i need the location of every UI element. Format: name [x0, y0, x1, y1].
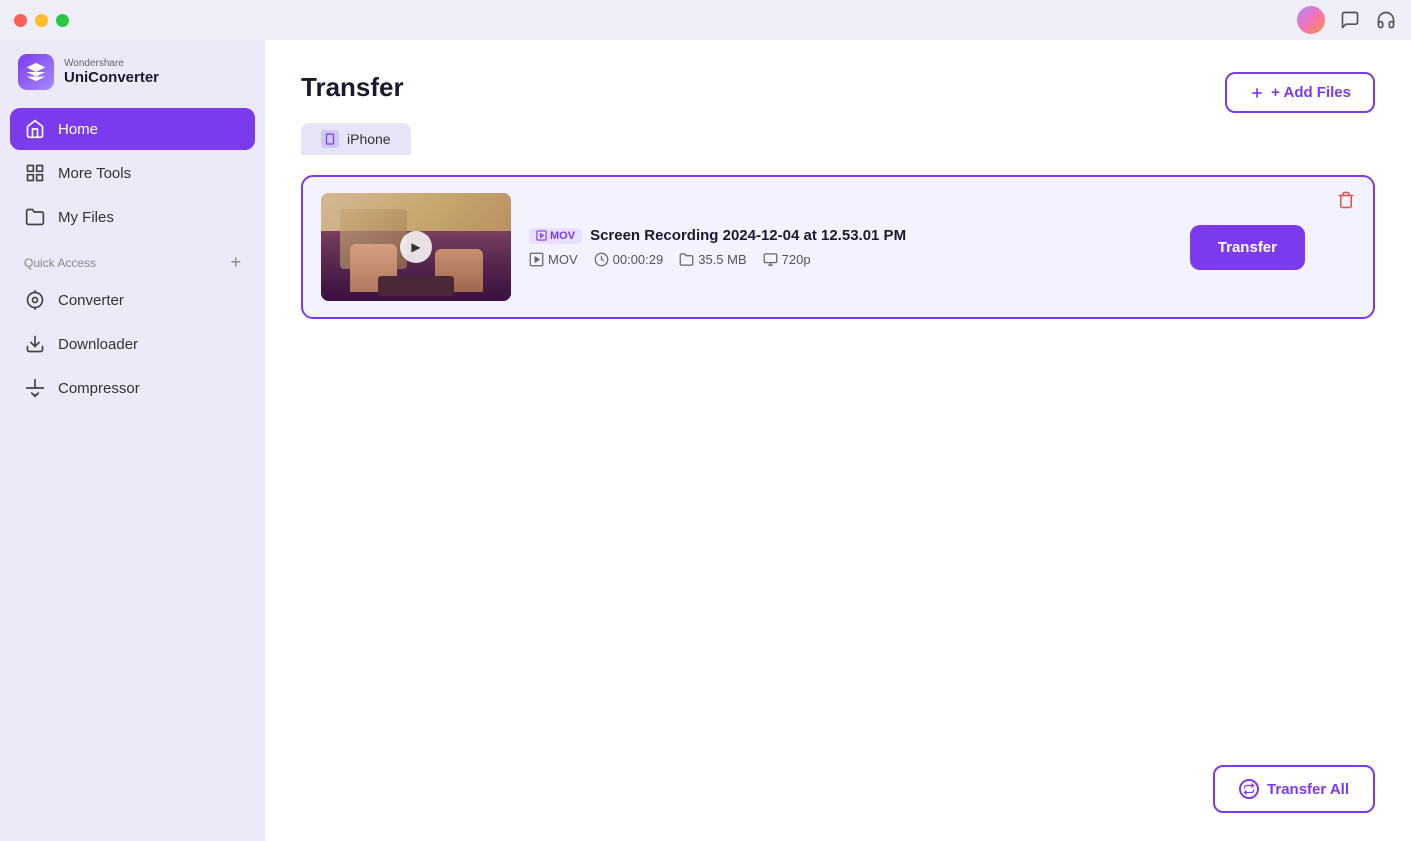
file-info: MOV Screen Recording 2024-12-04 at 12.53…: [529, 227, 1172, 267]
logo-name: UniConverter: [64, 69, 159, 86]
titlebar: [0, 0, 1411, 40]
user-avatar[interactable]: [1297, 6, 1325, 34]
file-resolution-meta: 720p: [763, 252, 811, 267]
my-files-icon: [24, 206, 46, 228]
sidebar-item-my-files[interactable]: My Files: [10, 196, 255, 238]
meta-format-value: MOV: [548, 252, 578, 267]
sidebar-item-more-tools[interactable]: More Tools: [10, 152, 255, 194]
transfer-button[interactable]: Transfer: [1190, 225, 1305, 270]
file-format-label: MOV: [550, 230, 575, 242]
logo-text: Wondershare UniConverter: [64, 58, 159, 86]
file-thumbnail: ▶: [321, 193, 511, 301]
file-meta: MOV 00:00:29 35.5 MB 720p: [529, 252, 1172, 267]
file-name-row: MOV Screen Recording 2024-12-04 at 12.53…: [529, 227, 1172, 244]
transfer-all-icon: [1239, 779, 1259, 799]
sidebar-item-converter-label: Converter: [58, 292, 124, 309]
meta-resolution-value: 720p: [782, 252, 811, 267]
iphone-tab-icon: [321, 130, 339, 148]
play-button[interactable]: ▶: [400, 231, 432, 263]
more-tools-icon: [24, 162, 46, 184]
quick-access-nav: Converter Downloader: [0, 279, 265, 409]
transfer-all-label: Transfer All: [1267, 781, 1349, 798]
chat-icon[interactable]: [1339, 9, 1361, 31]
close-button[interactable]: [14, 14, 27, 27]
sidebar-item-downloader[interactable]: Downloader: [10, 323, 255, 365]
compressor-icon: [24, 377, 46, 399]
sidebar-item-compressor[interactable]: Compressor: [10, 367, 255, 409]
meta-size-value: 35.5 MB: [698, 252, 746, 267]
file-card: ▶ MOV Screen Recording 2024-12-04 at 12.…: [301, 175, 1375, 319]
file-size-meta: 35.5 MB: [679, 252, 746, 267]
file-list: ▶ MOV Screen Recording 2024-12-04 at 12.…: [301, 175, 1375, 319]
logo-brand: Wondershare: [64, 58, 159, 69]
converter-icon: [24, 289, 46, 311]
sidebar-item-converter[interactable]: Converter: [10, 279, 255, 321]
maximize-button[interactable]: [56, 14, 69, 27]
file-format-meta: MOV: [529, 252, 578, 267]
sidebar-item-downloader-label: Downloader: [58, 336, 138, 353]
transfer-all-button[interactable]: Transfer All: [1213, 765, 1375, 813]
sidebar-nav: Home More Tools My File: [0, 108, 265, 238]
quick-access-label: Quick Access: [24, 256, 96, 270]
headphones-icon[interactable]: [1375, 9, 1397, 31]
logo-icon: [18, 54, 54, 90]
quick-access-add-icon[interactable]: +: [230, 252, 241, 273]
titlebar-right: [1297, 0, 1397, 40]
sidebar-item-home-label: Home: [58, 121, 98, 138]
app-layout: Wondershare UniConverter Home: [0, 40, 1411, 841]
iphone-tab[interactable]: iPhone: [301, 123, 411, 155]
add-files-label: + Add Files: [1271, 84, 1351, 101]
sidebar-item-compressor-label: Compressor: [58, 380, 140, 397]
sidebar-item-my-files-label: My Files: [58, 209, 114, 226]
traffic-lights: [14, 14, 69, 27]
quick-access-header: Quick Access +: [0, 238, 265, 279]
file-format-badge: MOV: [529, 228, 582, 244]
home-icon: [24, 118, 46, 140]
meta-duration-value: 00:00:29: [613, 252, 664, 267]
main-content: Transfer iPhone + Add Files: [265, 40, 1411, 841]
minimize-button[interactable]: [35, 14, 48, 27]
delete-button[interactable]: [1337, 191, 1355, 214]
file-duration-meta: 00:00:29: [594, 252, 664, 267]
downloader-icon: [24, 333, 46, 355]
sidebar: Wondershare UniConverter Home: [0, 40, 265, 841]
file-name: Screen Recording 2024-12-04 at 12.53.01 …: [590, 227, 906, 244]
device-tabs: iPhone: [301, 123, 1375, 155]
add-files-button[interactable]: + Add Files: [1225, 72, 1375, 113]
app-logo: Wondershare UniConverter: [0, 54, 265, 108]
iphone-tab-label: iPhone: [347, 131, 391, 147]
page-title: Transfer: [301, 72, 1375, 103]
sidebar-item-home[interactable]: Home: [10, 108, 255, 150]
bottom-bar: Transfer All: [1213, 765, 1375, 813]
sidebar-item-more-tools-label: More Tools: [58, 165, 131, 182]
